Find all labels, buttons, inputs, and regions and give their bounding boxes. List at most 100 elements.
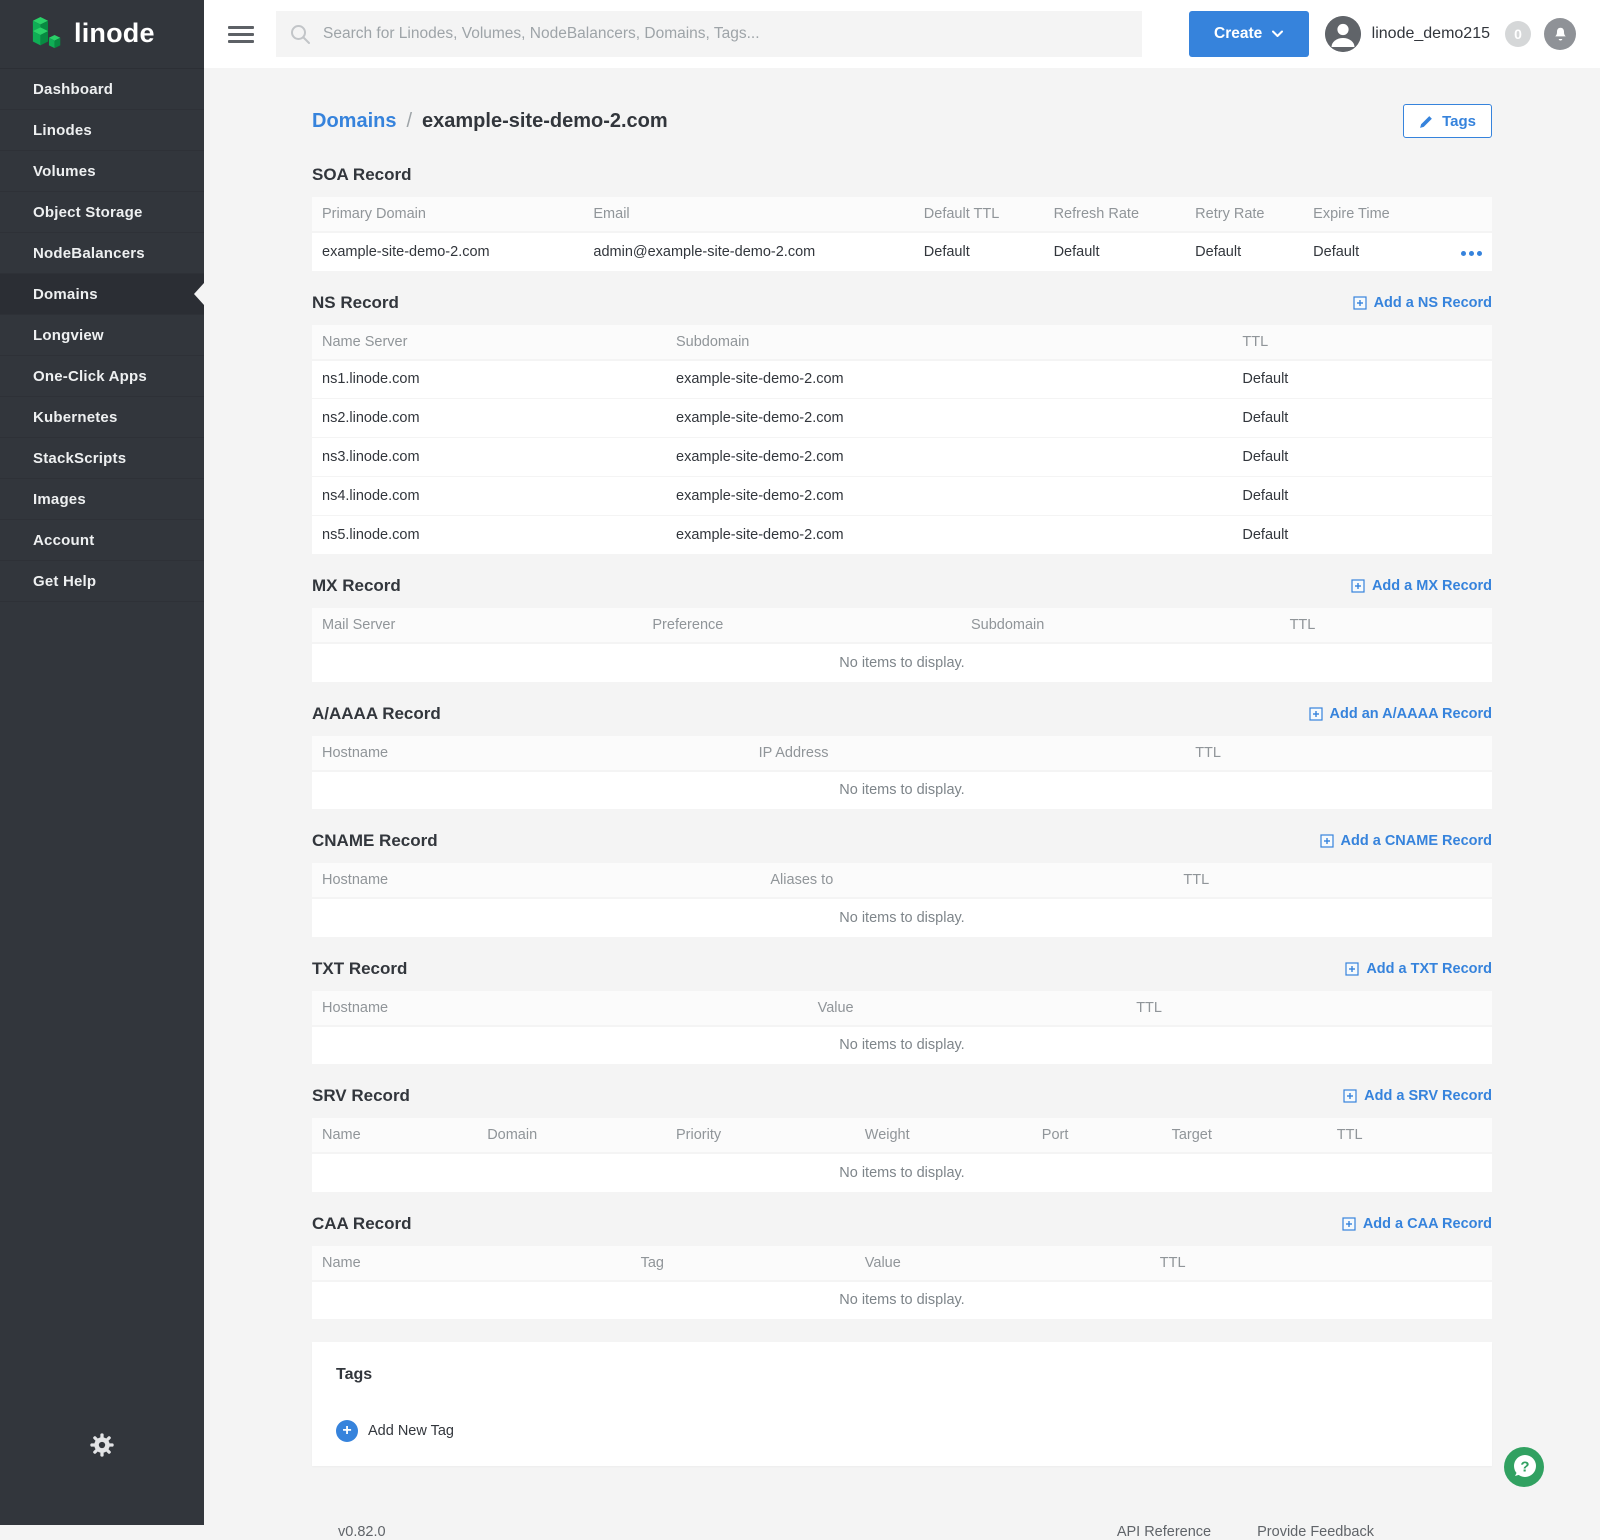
linode-logo-icon <box>31 15 65 53</box>
sidebar-item-linodes[interactable]: Linodes <box>0 110 204 151</box>
column-header: Name <box>312 1118 477 1153</box>
topbar: Create linode_demo215 0 <box>204 0 1600 68</box>
sidebar: linode DashboardLinodesVolumesObject Sto… <box>0 0 204 1525</box>
add-new-tag-button[interactable]: + Add New Tag <box>336 1420 454 1442</box>
notification-count-badge[interactable]: 0 <box>1505 21 1531 47</box>
srv-table: NameDomainPriorityWeightPortTargetTTLNo … <box>312 1118 1492 1193</box>
column-header: Name Server <box>312 325 666 360</box>
sidebar-item-kubernetes[interactable]: Kubernetes <box>0 397 204 438</box>
table-cell: ns1.linode.com <box>312 360 666 399</box>
column-header: Value <box>855 1246 1150 1281</box>
sidebar-item-dashboard[interactable]: Dashboard <box>0 69 204 110</box>
sidebar-item-get-help[interactable]: Get Help <box>0 561 204 602</box>
username[interactable]: linode_demo215 <box>1372 25 1490 43</box>
bell-icon <box>1552 26 1569 43</box>
api-reference-link[interactable]: API Reference <box>1117 1524 1211 1540</box>
menu-icon[interactable] <box>228 22 254 47</box>
sidebar-item-account[interactable]: Account <box>0 520 204 561</box>
add-record-label: Add a CNAME Record <box>1341 833 1492 849</box>
column-header: TTL <box>1126 991 1492 1026</box>
add-srv-record-link[interactable]: Add a SRV Record <box>1343 1088 1492 1104</box>
table-cell: Default <box>1232 360 1492 399</box>
add-a-aaaa-record-link[interactable]: Add an A/AAAA Record <box>1309 706 1492 722</box>
empty-row: No items to display. <box>312 643 1492 682</box>
add-mx-record-link[interactable]: Add a MX Record <box>1351 578 1492 594</box>
breadcrumb-separator: / <box>406 110 412 133</box>
table-row: ns4.linode.comexample-site-demo-2.comDef… <box>312 477 1492 516</box>
add-cname-record-link[interactable]: Add a CNAME Record <box>1320 833 1492 849</box>
section-title-a-aaaa: A/AAAA Record <box>312 704 441 724</box>
add-ns-record-link[interactable]: Add a NS Record <box>1353 295 1492 311</box>
provide-feedback-link[interactable]: Provide Feedback <box>1257 1524 1374 1540</box>
chevron-down-icon <box>1272 30 1283 38</box>
tags-panel-title: Tags <box>336 1366 1468 1384</box>
column-header: Hostname <box>312 863 760 898</box>
empty-row: No items to display. <box>312 1026 1492 1065</box>
table-row: ns5.linode.comexample-site-demo-2.comDef… <box>312 516 1492 555</box>
table-cell: example-site-demo-2.com <box>666 399 1232 438</box>
main-content: Domains / example-site-demo-2.com Tags S… <box>204 68 1600 1525</box>
section-title-soa: SOA Record <box>312 165 412 185</box>
sidebar-item-volumes[interactable]: Volumes <box>0 151 204 192</box>
column-header: TTL <box>1232 325 1492 360</box>
sidebar-item-domains[interactable]: Domains <box>0 274 204 315</box>
create-button[interactable]: Create <box>1189 11 1309 57</box>
table-cell: Default <box>1232 399 1492 438</box>
column-header: Domain <box>477 1118 666 1153</box>
column-header: Primary Domain <box>312 197 583 232</box>
edit-tags-button[interactable]: Tags <box>1403 104 1492 138</box>
add-record-label: Add a CAA Record <box>1363 1216 1492 1232</box>
section-title-srv: SRV Record <box>312 1086 410 1106</box>
table-cell: Default <box>1185 232 1303 271</box>
column-header: Subdomain <box>961 608 1280 643</box>
add-txt-record-link[interactable]: Add a TXT Record <box>1345 961 1492 977</box>
sidebar-item-label: StackScripts <box>33 450 126 467</box>
sidebar-item-stackscripts[interactable]: StackScripts <box>0 438 204 479</box>
section-title-cname: CNAME Record <box>312 831 438 851</box>
table-cell: example-site-demo-2.com <box>666 438 1232 477</box>
column-header: Retry Rate <box>1185 197 1303 232</box>
plus-circle-icon: + <box>336 1420 358 1442</box>
plus-square-icon <box>1342 1217 1356 1231</box>
help-button[interactable]: ? <box>1504 1447 1544 1487</box>
sidebar-item-images[interactable]: Images <box>0 479 204 520</box>
user-avatar[interactable] <box>1325 16 1361 52</box>
empty-message: No items to display. <box>312 771 1492 810</box>
settings-button[interactable] <box>0 1431 204 1459</box>
question-bubble-icon: ? <box>1504 1447 1544 1487</box>
section-txt: TXT RecordAdd a TXT RecordHostnameValueT… <box>312 958 1492 1066</box>
column-header: Port <box>1032 1118 1162 1153</box>
sidebar-item-one-click-apps[interactable]: One-Click Apps <box>0 356 204 397</box>
breadcrumb-domains-link[interactable]: Domains <box>312 110 396 133</box>
sidebar-item-label: Kubernetes <box>33 409 118 426</box>
sidebar-nav: DashboardLinodesVolumesObject Storage Nod… <box>0 68 204 602</box>
table-cell: ns3.linode.com <box>312 438 666 477</box>
column-header: Hostname <box>312 736 749 771</box>
section-ns: NS RecordAdd a NS RecordName ServerSubdo… <box>312 292 1492 556</box>
empty-message: No items to display. <box>312 1281 1492 1320</box>
column-header: IP Address <box>749 736 1186 771</box>
mx-table: Mail ServerPreferenceSubdomainTTLNo item… <box>312 608 1492 683</box>
sidebar-item-nodebalancers[interactable]: NodeBalancers <box>0 233 204 274</box>
search-input[interactable] <box>323 25 1128 43</box>
column-header: Expire Time <box>1303 197 1445 232</box>
column-header: TTL <box>1173 863 1492 898</box>
sidebar-item-object-storage[interactable]: Object Storage <box>0 192 204 233</box>
sidebar-item-longview[interactable]: Longview <box>0 315 204 356</box>
table-cell: Default <box>914 232 1044 271</box>
page-title: example-site-demo-2.com <box>422 110 668 133</box>
app-version: v0.82.0 <box>338 1524 386 1540</box>
empty-message: No items to display. <box>312 643 1492 682</box>
section-title-mx: MX Record <box>312 576 401 596</box>
svg-text:?: ? <box>1520 1459 1529 1476</box>
plus-square-icon <box>1353 296 1367 310</box>
empty-row: No items to display. <box>312 1281 1492 1320</box>
sidebar-item-label: Account <box>33 532 94 549</box>
ns-table: Name ServerSubdomainTTLns1.linode.comexa… <box>312 325 1492 556</box>
notifications-button[interactable] <box>1544 18 1576 50</box>
app-logo[interactable]: linode <box>0 0 204 68</box>
add-caa-record-link[interactable]: Add a CAA Record <box>1342 1216 1492 1232</box>
sidebar-item-label: NodeBalancers <box>33 245 145 262</box>
row-actions-ellipsis-button[interactable] <box>1458 244 1482 260</box>
column-header: Preference <box>642 608 961 643</box>
